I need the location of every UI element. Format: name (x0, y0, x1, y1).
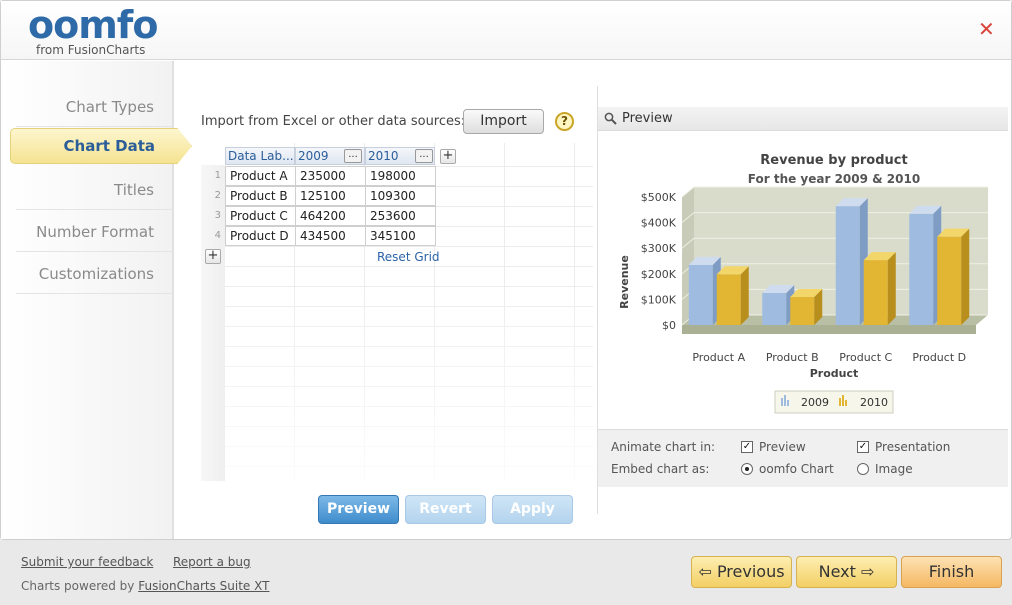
grid-cell[interactable]: 434500 (295, 226, 366, 246)
logo-subtitle: from FusionCharts (36, 43, 146, 57)
chart-subtitle: For the year 2009 & 2010 (748, 172, 920, 186)
report-bug-link[interactable]: Report a bug (173, 555, 251, 569)
grid-cell[interactable]: Product D (225, 226, 296, 246)
revert-button[interactable]: Revert (405, 495, 486, 524)
bar-2010 (790, 297, 815, 325)
add-column-button[interactable]: + (440, 149, 456, 164)
column-2009-menu-button[interactable]: ... (344, 149, 362, 163)
previous-button[interactable]: ⇦ Previous (691, 556, 792, 588)
sidebar-item-chart-data[interactable]: Chart Data (10, 128, 192, 164)
oomfo-logo: oomfo (28, 3, 158, 47)
sidebar-item-number-format[interactable]: Number Format (16, 212, 174, 252)
y-axis-label: Revenue (618, 255, 631, 309)
row-number: 2 (214, 190, 221, 201)
bar-2010 (716, 274, 741, 325)
animate-presentation-label: Presentation (875, 440, 951, 454)
previous-label: Previous (716, 562, 785, 581)
animate-label: Animate chart in: (611, 440, 716, 454)
animate-preview-checkbox[interactable]: ✓ (741, 441, 753, 453)
grid-cell[interactable]: 198000 (365, 166, 436, 186)
grid-cell[interactable]: Product A (225, 166, 296, 186)
grid-cell[interactable]: Product C (225, 206, 296, 226)
grid-cell[interactable]: Product B (225, 186, 296, 206)
embed-label: Embed chart as: (611, 462, 710, 476)
preview-header: Preview (598, 107, 1008, 131)
y-tick-label: $0 (662, 319, 676, 332)
animate-presentation-checkbox[interactable]: ✓ (857, 441, 869, 453)
grid-cell[interactable]: 125100 (295, 186, 366, 206)
powered-by: Charts powered by FusionCharts Suite XT (21, 579, 269, 593)
import-button[interactable]: Import (463, 109, 544, 134)
bar-2009 (762, 292, 787, 325)
next-label: Next (818, 562, 856, 581)
bar-2009 (688, 264, 713, 325)
grid-cell[interactable]: 253600 (365, 206, 436, 226)
next-arrow-icon: ⇨ (860, 562, 875, 581)
y-tick-label: $100K (641, 293, 677, 306)
chart-options-panel: Animate chart in: ✓ Preview ✓ Presentati… (598, 429, 1008, 487)
preview-button[interactable]: Preview (318, 495, 399, 524)
embed-image-label: Image (875, 462, 913, 476)
bar-2010 (937, 236, 962, 325)
column-2010-menu-button[interactable]: ... (415, 149, 433, 163)
bar-2010 (863, 260, 888, 325)
magnifier-icon (604, 112, 618, 126)
embed-image-radio[interactable] (857, 463, 869, 475)
x-tick-label: Product C (839, 351, 892, 364)
x-tick-label: Product D (912, 351, 966, 364)
grid-cell[interactable]: 109300 (365, 186, 436, 206)
revenue-chart: Revenue by product For the year 2009 & 2… (618, 153, 988, 414)
y-tick-label: $200K (641, 268, 677, 281)
chart-floor-edge (682, 325, 976, 334)
sidebar-item-titles[interactable]: Titles (16, 170, 174, 210)
y-tick-label: $500K (641, 191, 677, 204)
embed-oomfo-label: oomfo Chart (759, 462, 834, 476)
grid-cell[interactable]: 345100 (365, 226, 436, 246)
footer-links: Submit your feedback Report a bug (21, 555, 251, 569)
legend-2009: 2009 (801, 396, 829, 409)
import-label: Import from Excel or other data sources: (201, 114, 466, 129)
powered-by-prefix: Charts powered by (21, 579, 139, 593)
chart-legend: 2009 2010 (774, 390, 894, 414)
grid-cell[interactable]: 235000 (295, 166, 366, 186)
animate-preview-label: Preview (759, 440, 806, 454)
sidebar-item-customizations[interactable]: Customizations (16, 254, 174, 294)
apply-button[interactable]: Apply (492, 495, 573, 524)
legend-2010: 2010 (860, 396, 888, 409)
bar-2009 (835, 206, 860, 325)
x-tick-label: Product A (692, 351, 745, 364)
help-icon[interactable]: ? (555, 112, 574, 131)
y-tick-label: $400K (641, 217, 677, 230)
submit-feedback-link[interactable]: Submit your feedback (21, 555, 153, 569)
x-tick-label: Product B (766, 351, 819, 364)
row-number: 1 (214, 170, 221, 181)
bar-side-2010 (740, 266, 749, 325)
bar-side-2010 (961, 228, 970, 325)
x-axis-label: Product (810, 367, 859, 380)
finish-button[interactable]: Finish (901, 556, 1002, 588)
add-row-button[interactable]: + (205, 249, 221, 264)
bar-side-2010 (887, 252, 896, 325)
row-number: 4 (214, 230, 221, 241)
previous-arrow-icon: ⇦ (698, 562, 712, 581)
sidebar-item-chart-types[interactable]: Chart Types (16, 87, 174, 127)
y-tick-label: $300K (641, 242, 677, 255)
chart-title: Revenue by product (760, 153, 907, 168)
grid-cell[interactable]: 464200 (295, 206, 366, 226)
embed-oomfo-radio[interactable] (741, 463, 753, 475)
row-number: 3 (214, 210, 221, 221)
column-header-label[interactable]: Data Lab... (225, 147, 295, 165)
next-button[interactable]: Next ⇨ (796, 556, 897, 588)
close-icon[interactable]: ✕ (978, 18, 995, 40)
bar-2009 (909, 213, 934, 325)
reset-grid-link[interactable]: Reset Grid (377, 250, 440, 264)
fusioncharts-link[interactable]: FusionCharts Suite XT (138, 579, 269, 593)
